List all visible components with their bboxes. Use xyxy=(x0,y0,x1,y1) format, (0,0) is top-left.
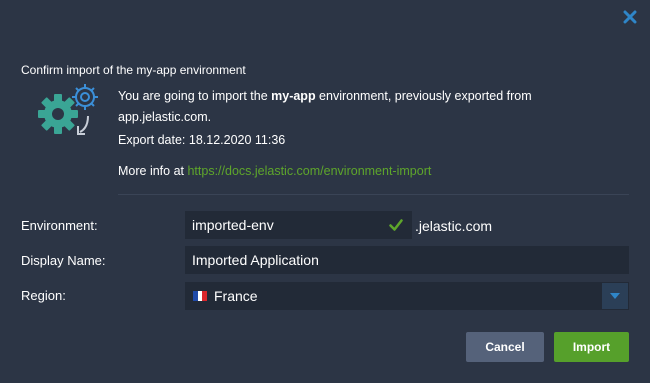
domain-suffix: .jelastic.com xyxy=(415,218,493,234)
divider xyxy=(118,194,629,195)
cancel-button[interactable]: Cancel xyxy=(466,332,544,362)
region-dropdown-button[interactable] xyxy=(602,283,628,309)
message-env-name: my-app xyxy=(271,89,316,103)
chevron-down-icon xyxy=(610,293,620,299)
environment-label: Environment: xyxy=(21,218,98,233)
import-message: You are going to import the my-app envir… xyxy=(118,86,608,128)
confirm-title: Confirm import of the my-app environment xyxy=(21,63,246,77)
display-name-label: Display Name: xyxy=(21,253,106,268)
export-date: Export date: 18.12.2020 11:36 xyxy=(118,133,286,147)
docs-link[interactable]: https://docs.jelastic.com/environment-im… xyxy=(187,164,431,178)
environment-value: imported-env xyxy=(192,217,274,233)
import-button[interactable]: Import xyxy=(554,332,629,362)
more-info: More info at https://docs.jelastic.com/e… xyxy=(118,164,431,178)
environment-input[interactable]: imported-env xyxy=(185,211,412,239)
region-value: France xyxy=(214,288,258,304)
check-icon xyxy=(389,219,403,231)
display-name-value: Imported Application xyxy=(192,252,319,268)
region-label: Region: xyxy=(21,288,66,303)
more-info-label: More info at xyxy=(118,164,188,178)
france-flag-icon xyxy=(193,291,208,301)
message-text: You are going to import the xyxy=(118,89,272,103)
gears-import-icon xyxy=(36,82,104,140)
close-icon xyxy=(623,10,637,24)
display-name-input[interactable]: Imported Application xyxy=(185,246,629,274)
close-button[interactable] xyxy=(620,7,640,27)
region-select[interactable]: France xyxy=(185,282,629,310)
